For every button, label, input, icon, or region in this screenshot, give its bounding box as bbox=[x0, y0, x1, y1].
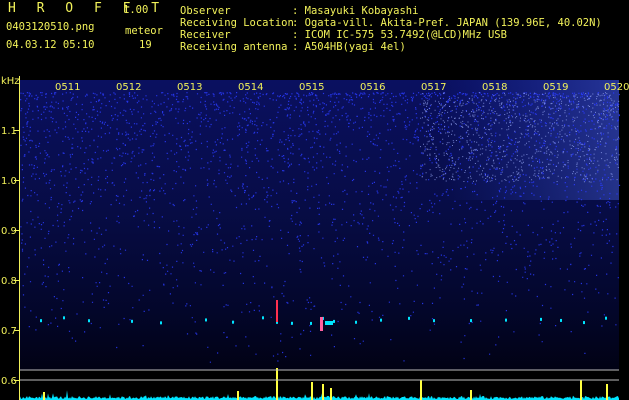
x-tick-label: 0512 bbox=[116, 82, 141, 93]
meteor-echo-cyan bbox=[325, 321, 333, 325]
receiver-label: Receiver bbox=[180, 29, 231, 41]
observer-value: : Masayuki Kobayashi bbox=[292, 5, 419, 17]
location-label: Receiving Location bbox=[180, 17, 294, 29]
x-tick-label: 0519 bbox=[543, 82, 568, 93]
file-name: 0403120510.png bbox=[6, 21, 95, 33]
x-tick-label: 0514 bbox=[238, 82, 263, 93]
meteor-ping bbox=[131, 319, 133, 323]
meteor-spike bbox=[580, 380, 582, 400]
meteor-ping bbox=[560, 318, 562, 322]
meteor-spike bbox=[330, 388, 332, 400]
meteor-ping bbox=[232, 320, 234, 324]
location-value: : Ogata-vill. Akita-Pref. JAPAN (139.96E… bbox=[292, 17, 602, 29]
meteor-ping bbox=[408, 316, 410, 320]
meteor-ping bbox=[505, 318, 507, 322]
meteor-ping bbox=[333, 319, 335, 323]
meteor-ping bbox=[470, 319, 472, 323]
meteor-echo-pink bbox=[320, 317, 323, 331]
meteor-ping bbox=[262, 316, 264, 320]
y-tick-label: 1.0 bbox=[1, 176, 17, 187]
x-tick-label: 0513 bbox=[177, 82, 202, 93]
meteor-spike bbox=[420, 380, 422, 400]
meteor-count: 19 bbox=[139, 39, 152, 51]
meteor-echo-red bbox=[276, 300, 278, 322]
meteor-ping bbox=[40, 319, 42, 323]
meteor-ping bbox=[380, 318, 382, 322]
meteor-ping bbox=[540, 317, 542, 321]
power-baseline bbox=[20, 368, 619, 400]
meteor-ping bbox=[160, 321, 162, 325]
y-tick-label: 0.6 bbox=[1, 376, 17, 387]
spectrogram: kHz 1.1 1.0 0.9 0.8 0.7 0.6 0511 0512 0513 0514 05… bbox=[1, 76, 629, 400]
x-tick-label: 0515 bbox=[299, 82, 324, 93]
meteor-spike bbox=[470, 390, 472, 400]
meteor-ping bbox=[205, 318, 207, 322]
meteor-label: meteor bbox=[125, 25, 163, 37]
meteor-spike bbox=[43, 392, 45, 400]
y-tick-label: 0.8 bbox=[1, 276, 17, 287]
baseline-trace bbox=[20, 390, 619, 400]
x-tick-label: 0518 bbox=[482, 82, 507, 93]
y-unit-label: kHz bbox=[1, 76, 20, 87]
x-tick-label: 0516 bbox=[360, 82, 385, 93]
antenna-label: Receiving antenna bbox=[180, 41, 288, 53]
receiver-value: : ICOM IC-575 53.7492(@LCD)MHz USB bbox=[292, 29, 507, 41]
meteor-ping bbox=[355, 320, 357, 324]
y-tick-label: 1.1 bbox=[1, 126, 17, 137]
x-tick-label: 0520 bbox=[604, 82, 629, 93]
meteor-ping bbox=[63, 316, 65, 320]
app-version: 1.00 bbox=[123, 4, 149, 16]
meteor-spike bbox=[322, 384, 324, 400]
meteor-spike bbox=[237, 391, 239, 400]
meteor-ping bbox=[433, 319, 435, 323]
y-tick-label: 0.9 bbox=[1, 226, 17, 237]
meteor-ping bbox=[291, 321, 293, 325]
meteor-spike bbox=[606, 384, 608, 400]
meteor-ping bbox=[88, 319, 90, 323]
x-tick-label: 0511 bbox=[55, 82, 80, 93]
meteor-ping bbox=[310, 321, 312, 325]
observer-label: Observer bbox=[180, 5, 231, 17]
meteor-spike bbox=[276, 368, 278, 400]
meteor-ping bbox=[583, 321, 585, 325]
y-tick-label: 0.7 bbox=[1, 326, 17, 337]
x-tick-label: 0517 bbox=[421, 82, 446, 93]
meteor-spike bbox=[311, 382, 313, 400]
date-time: 04.03.12 05:10 bbox=[6, 39, 95, 51]
meteor-ping bbox=[605, 316, 607, 320]
header-panel: H R O F F T 1.00 0403120510.png meteor 0… bbox=[0, 0, 629, 74]
antenna-value: : A504HB(yagi 4el) bbox=[292, 41, 406, 53]
